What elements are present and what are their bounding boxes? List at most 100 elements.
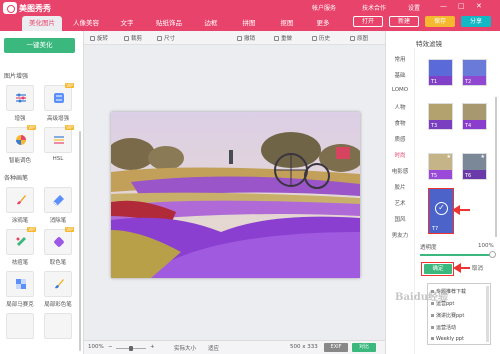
redo-tool[interactable]: 重做 bbox=[274, 34, 292, 42]
filter-thumb-t3[interactable]: T3 bbox=[428, 103, 453, 130]
category-fashion[interactable]: 时尚 bbox=[386, 151, 414, 159]
actual-size-button[interactable]: 实际大小 bbox=[174, 344, 196, 352]
vip-badge: VIP bbox=[27, 227, 36, 232]
one-click-beautify-button[interactable]: 一键美化 bbox=[4, 38, 75, 53]
category-lomo[interactable]: LOMO bbox=[386, 87, 414, 93]
category-texture[interactable]: 质感 bbox=[386, 135, 414, 143]
filter-panel-title: 特效滤镜 bbox=[416, 40, 442, 48]
eraser-icon bbox=[53, 195, 64, 206]
tool-doodle-brush[interactable] bbox=[6, 187, 34, 213]
original-tool[interactable]: 原图 bbox=[350, 34, 368, 42]
tab-frames[interactable]: 边框 bbox=[194, 16, 228, 31]
tool-extra-1[interactable] bbox=[6, 313, 34, 339]
filter-thumb-t2[interactable]: T2 bbox=[462, 59, 487, 86]
filter-thumb-label: T5 bbox=[431, 173, 438, 179]
tool-smart-color[interactable]: VIP bbox=[6, 125, 36, 153]
bullet-icon bbox=[431, 337, 434, 340]
new-button[interactable]: 新建 bbox=[389, 16, 419, 27]
filter-thumb-t6[interactable]: ★ T6 bbox=[462, 153, 487, 180]
canvas-area bbox=[84, 46, 385, 340]
image-dimensions: 500 x 333 bbox=[290, 344, 318, 350]
vip-badge: VIP bbox=[27, 125, 36, 130]
hsl-icon bbox=[54, 136, 64, 144]
filter-thumb-t1[interactable]: T1 bbox=[428, 59, 453, 86]
zoom-slider-thumb[interactable] bbox=[129, 346, 133, 351]
category-cinematic[interactable]: 电影感 bbox=[386, 167, 414, 175]
tab-frames-label: 边框 bbox=[204, 19, 218, 27]
filter-thumb-t5[interactable]: ★ T5 bbox=[428, 153, 453, 180]
exif-button[interactable]: EXIF bbox=[324, 343, 348, 352]
advanced-sliders-icon bbox=[54, 93, 64, 103]
undo-tool[interactable]: 撤销 bbox=[237, 34, 255, 42]
compare-button[interactable]: 对比 bbox=[352, 343, 376, 352]
confirm-button[interactable]: 确定 bbox=[424, 264, 452, 274]
tab-cutout[interactable]: 抠图 bbox=[270, 16, 304, 31]
tab-stickers[interactable]: 贴纸饰品 bbox=[148, 16, 190, 31]
save-button[interactable]: 保存 bbox=[425, 16, 455, 27]
tab-more[interactable]: 更多 bbox=[308, 16, 338, 31]
category-food[interactable]: 食物 bbox=[386, 119, 414, 127]
popup-item[interactable]: Weekly ppt bbox=[431, 336, 464, 342]
close-icon[interactable]: ✕ bbox=[476, 2, 482, 10]
history-tool[interactable]: 历史 bbox=[312, 34, 330, 42]
bullet-icon bbox=[431, 314, 434, 317]
popup-scrollbar[interactable] bbox=[486, 286, 489, 342]
account-service-link[interactable]: 帐户服务 bbox=[312, 3, 336, 12]
tool-mosaic-label: 局部马赛克 bbox=[6, 302, 34, 308]
rotate-tool[interactable]: 旋转 bbox=[90, 34, 108, 42]
opacity-label: 透明度 bbox=[420, 245, 437, 251]
tool-partial-color[interactable] bbox=[44, 271, 72, 297]
size-tool[interactable]: 尺寸 bbox=[157, 34, 175, 42]
share-button[interactable]: 分享 bbox=[461, 16, 491, 27]
filter-thumb-t7-selected[interactable]: ✓ T7 bbox=[428, 188, 454, 234]
tool-color-picker-label: 取色笔 bbox=[49, 260, 67, 266]
tab-collage[interactable]: 拼图 bbox=[232, 16, 266, 31]
color-brush-icon bbox=[55, 279, 64, 289]
fit-button[interactable]: 适应 bbox=[208, 344, 219, 352]
tab-beautify[interactable]: 美化图片 bbox=[22, 16, 62, 31]
category-art[interactable]: 艺术 bbox=[386, 199, 414, 207]
settings-link[interactable]: 设置 bbox=[408, 3, 420, 12]
tab-portrait[interactable]: 人像美容 bbox=[66, 16, 106, 31]
zoom-in-button[interactable]: + bbox=[150, 344, 155, 350]
opacity-slider[interactable] bbox=[420, 254, 492, 256]
tool-acne-brush[interactable]: VIP bbox=[6, 227, 36, 255]
maximize-icon[interactable]: □ bbox=[458, 2, 465, 10]
opacity-value: 100% bbox=[478, 243, 494, 249]
tool-enhance[interactable] bbox=[6, 85, 34, 111]
tool-extra-2[interactable] bbox=[44, 313, 72, 339]
vip-badge: VIP bbox=[65, 125, 74, 130]
tool-eraser[interactable] bbox=[44, 187, 72, 213]
category-basic[interactable]: 基础 bbox=[386, 71, 414, 79]
category-common[interactable]: 常用 bbox=[386, 55, 414, 63]
edit-toolbar: 旋转 裁剪 尺寸 撤销 重做 历史 原图 bbox=[84, 31, 385, 45]
category-chinese[interactable]: 国风 bbox=[386, 215, 414, 223]
bullet-icon bbox=[431, 326, 434, 329]
opacity-slider-thumb[interactable] bbox=[489, 251, 496, 258]
tool-mosaic[interactable] bbox=[6, 271, 34, 297]
filter-thumb-label: T6 bbox=[465, 173, 472, 179]
tool-hsl[interactable]: VIP bbox=[44, 125, 74, 153]
tech-cooperation-link[interactable]: 技术合作 bbox=[362, 3, 386, 12]
popup-item[interactable]: 运营活动 bbox=[431, 324, 456, 331]
filter-thumb-t4[interactable]: T4 bbox=[462, 103, 487, 130]
left-panel-scrollbar[interactable] bbox=[79, 131, 81, 351]
tool-advanced-enhance[interactable]: VIP bbox=[44, 83, 74, 111]
category-boyfriend[interactable]: 男友力 bbox=[386, 231, 414, 239]
history-label: 历史 bbox=[319, 36, 331, 42]
zoom-out-button[interactable]: − bbox=[108, 344, 113, 350]
tool-color-picker[interactable]: VIP bbox=[44, 227, 74, 255]
category-film[interactable]: 胶片 bbox=[386, 183, 414, 191]
filter-list-scrollbar[interactable] bbox=[495, 97, 497, 237]
tab-text[interactable]: 文字 bbox=[110, 16, 144, 31]
sliders-icon bbox=[16, 93, 26, 103]
category-people[interactable]: 人物 bbox=[386, 103, 414, 111]
minimize-icon[interactable]: — bbox=[440, 2, 447, 10]
open-button[interactable]: 打开 bbox=[353, 16, 383, 27]
edited-photo[interactable] bbox=[111, 112, 360, 278]
popup-item[interactable]: 演讲比赛ppt bbox=[431, 312, 464, 319]
tool-doodle-brush-label: 涂鸦笔 bbox=[11, 218, 29, 224]
crop-tool[interactable]: 裁剪 bbox=[124, 34, 142, 42]
original-label: 原图 bbox=[357, 36, 369, 42]
cancel-button[interactable]: 取消 bbox=[465, 264, 490, 274]
